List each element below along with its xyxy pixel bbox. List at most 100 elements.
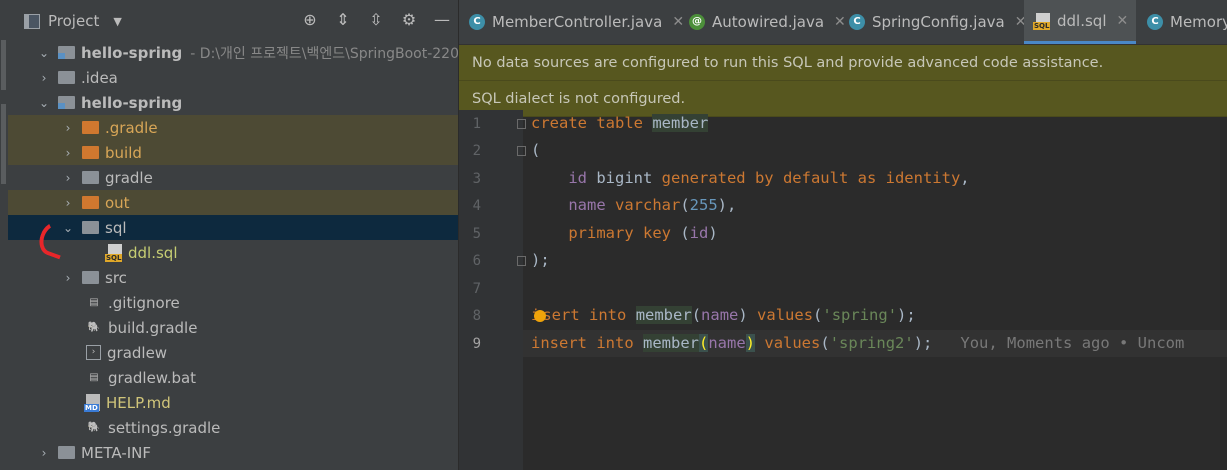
gradle-file-icon: 🐘 [87, 322, 101, 333]
folder-icon [58, 446, 75, 459]
tab-member-controller[interactable]: C MemberController.java ✕ [469, 0, 684, 44]
tab-label: ddl.sql [1057, 11, 1107, 30]
tree-item-label: gradlew.bat [108, 368, 197, 387]
chevron-down-icon[interactable]: ⌄ [38, 46, 50, 60]
tree-item-label: gradlew [107, 343, 168, 362]
git-blame-hint: You, Moments ago • Uncom [960, 334, 1185, 352]
tree-item-gradlew[interactable]: › gradlew [8, 340, 458, 365]
code-line-6: ); [531, 251, 550, 269]
code-line-4: name varchar(255), [568, 196, 737, 214]
line-number: 6 [472, 253, 481, 269]
close-icon[interactable]: ✕ [834, 14, 846, 30]
code-line-2: ( [531, 141, 541, 159]
code-line-1: create table member [531, 114, 709, 132]
line-number: 8 [472, 308, 481, 324]
module-folder-icon [58, 46, 75, 59]
class-icon: C [1147, 14, 1163, 30]
tree-item-label: ddl.sql [128, 243, 178, 262]
banner-text: SQL dialect is not configured. [472, 90, 686, 107]
folder-icon [58, 71, 75, 84]
chevron-right-icon[interactable]: › [62, 271, 74, 285]
project-panel-title: Project [48, 12, 100, 30]
chevron-down-icon[interactable]: ⌄ [38, 96, 50, 110]
tree-item-label: .gradle [105, 118, 158, 137]
chevron-right-icon[interactable]: › [38, 71, 50, 85]
tab-autowired[interactable]: @ Autowired.java ✕ [689, 0, 846, 44]
gear-icon[interactable]: ⚙ [399, 10, 419, 29]
class-icon: C [469, 14, 485, 30]
project-toolbar: ⊕ ⇕ ⇳ ⚙ — [300, 10, 452, 29]
excluded-folder-icon [82, 196, 99, 209]
code-line-8: isert into member(name) values('spring')… [531, 302, 916, 329]
tab-label: MemoryM [1170, 13, 1227, 31]
editor-area: C MemberController.java ✕ @ Autowired.ja… [459, 0, 1227, 470]
tab-label: Autowired.java [712, 13, 825, 31]
fold-marker-icon[interactable] [517, 146, 526, 156]
close-icon[interactable]: ✕ [1116, 13, 1128, 29]
line-number: 9 [472, 336, 481, 352]
markdown-file-icon [84, 394, 100, 412]
project-panel: Project ▼ ⊕ ⇕ ⇳ ⚙ — ⌄ hello-spring - D:\… [8, 0, 458, 470]
excluded-folder-icon [82, 146, 99, 159]
chevron-right-icon[interactable]: › [62, 146, 74, 160]
project-view-selector[interactable]: Project ▼ [24, 12, 122, 30]
gitignore-file-icon: ▤ [89, 297, 99, 308]
line-number: 7 [472, 281, 481, 297]
tab-label: SpringConfig.java [872, 13, 1005, 31]
intention-bulb-icon[interactable] [534, 309, 547, 322]
line-number: 2 [472, 143, 481, 159]
code-editor[interactable]: 1 2 3 4 5 6 7 8 9 create table member ( … [459, 110, 1227, 470]
tree-item-gradle[interactable]: › gradle [8, 165, 458, 190]
expand-all-icon[interactable]: ⇕ [333, 10, 353, 29]
hide-icon[interactable]: — [432, 10, 452, 29]
tree-item-label: META-INF [81, 443, 152, 462]
tree-item-gradle-cache[interactable]: › .gradle [8, 115, 458, 140]
excluded-folder-icon [82, 121, 99, 134]
fold-marker-icon[interactable] [517, 256, 526, 266]
tab-ddl-sql[interactable]: ddl.sql ✕ [1024, 0, 1137, 44]
tree-item-path: - D:\개인 프로젝트\백엔드\SpringBoot-220 [190, 45, 458, 62]
tree-item-settings-gradle[interactable]: 🐘 settings.gradle [8, 415, 458, 440]
banner-text: No data sources are configured to run th… [472, 54, 1104, 71]
tree-item-build-gradle[interactable]: 🐘 build.gradle [8, 315, 458, 340]
tree-item-hello-spring-module[interactable]: ⌄ hello-spring [8, 90, 458, 115]
tree-item-label: sql [105, 218, 127, 237]
tree-item-ddl-sql[interactable]: ddl.sql [8, 240, 458, 265]
terminal-file-icon: › [86, 345, 101, 360]
line-number: 5 [472, 226, 481, 242]
tab-memory[interactable]: C MemoryM [1147, 0, 1227, 44]
fold-marker-icon[interactable] [517, 119, 526, 129]
class-icon: C [849, 14, 865, 30]
code-line-9: insert into member(name) values('spring2… [531, 334, 1185, 352]
chevron-right-icon[interactable]: › [62, 196, 74, 210]
tree-item-gradlew-bat[interactable]: ▤ gradlew.bat [8, 365, 458, 390]
tree-item-meta-inf[interactable]: › META-INF [8, 440, 458, 465]
chevron-right-icon[interactable]: › [62, 171, 74, 185]
tab-spring-config[interactable]: C SpringConfig.java ✕ [849, 0, 1026, 44]
tree-item-gitignore[interactable]: ▤ .gitignore [8, 290, 458, 315]
tree-item-sql[interactable]: ⌄ sql [8, 215, 458, 240]
close-icon[interactable]: ✕ [672, 14, 684, 30]
tree-item-idea[interactable]: › .idea [8, 65, 458, 90]
code-line-3: id bigint generated by default as identi… [568, 169, 970, 187]
tree-item-build[interactable]: › build [8, 140, 458, 165]
chevron-right-icon[interactable]: › [38, 446, 50, 460]
tree-item-label: .gitignore [108, 293, 180, 312]
tree-item-hello-spring-root[interactable]: ⌄ hello-spring - D:\개인 프로젝트\백엔드\SpringBo… [8, 40, 458, 65]
tree-item-out[interactable]: › out [8, 190, 458, 215]
tree-item-label: out [105, 193, 130, 212]
tree-item-help-md[interactable]: HELP.md [8, 390, 458, 415]
tree-item-label: settings.gradle [108, 418, 221, 437]
chevron-right-icon[interactable]: › [62, 121, 74, 135]
locate-icon[interactable]: ⊕ [300, 10, 320, 29]
sql-file-icon [105, 244, 123, 262]
collapse-all-icon[interactable]: ⇳ [366, 10, 386, 29]
tree-item-label: .idea [81, 68, 118, 87]
tree-item-label: hello-spring [81, 93, 183, 112]
sql-file-icon [1033, 12, 1051, 30]
tree-item-src[interactable]: › src [8, 265, 458, 290]
tree-item-label: build [105, 143, 142, 162]
editor-tabs: C MemberController.java ✕ @ Autowired.ja… [459, 0, 1227, 45]
module-folder-icon [58, 96, 75, 109]
stripe-marker [1, 104, 6, 184]
